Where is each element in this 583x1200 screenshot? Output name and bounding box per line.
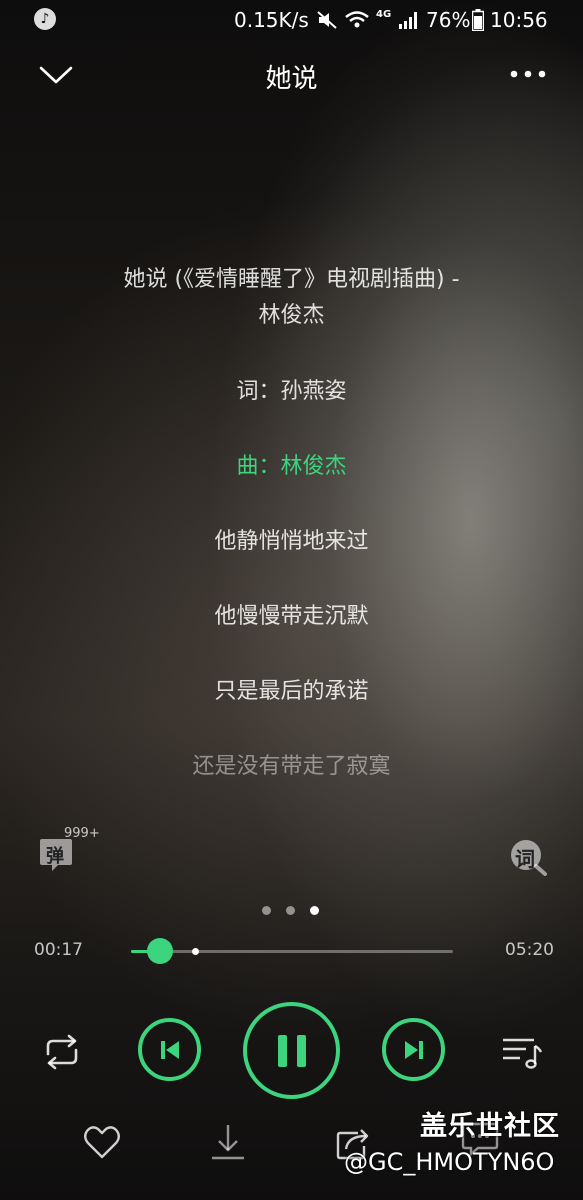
next-button[interactable] [382, 1018, 445, 1081]
danmu-label: 弹 [46, 846, 64, 867]
page-dot [286, 906, 295, 915]
signal-icon [399, 12, 417, 29]
lyric-line-current: 曲：林俊杰 [236, 454, 347, 479]
current-time: 00:17 [34, 940, 83, 960]
lyric-line: 只是最后的承诺 [214, 679, 369, 704]
danmu-button[interactable]: 弹 [38, 836, 74, 872]
lyric-search-button[interactable]: 词 [508, 838, 548, 876]
page-indicator [262, 906, 322, 916]
clock: 10:56 [490, 8, 548, 32]
more-dots-icon[interactable] [508, 62, 548, 86]
previous-button[interactable] [138, 1018, 201, 1081]
lyric-line: 还是没有带走了寂寞 [192, 754, 391, 779]
progress-knob[interactable] [146, 938, 173, 964]
pause-button[interactable] [243, 1002, 340, 1099]
lyrics-panel[interactable]: 她说 (《爱情睡醒了》电视剧插曲) - 林俊杰 词：孙燕姿 曲：林俊杰 他静悄悄… [60, 262, 523, 825]
danmu-count: 999+ [64, 826, 100, 841]
lyric-line: 他慢慢带走沉默 [214, 604, 369, 629]
status-bar: ♪ 0.15K/s 4G 76% 10:56 [0, 0, 583, 40]
watermark-handle: @GC_HMOTYN6O [344, 1148, 555, 1176]
heart-icon[interactable] [82, 1122, 122, 1162]
lyric-line: 他静悄悄地来过 [214, 529, 369, 554]
skip-previous-icon [160, 1040, 179, 1059]
lyric-header: 她说 (《爱情睡醒了》电视剧插曲) - 林俊杰 [60, 262, 523, 334]
pause-icon [277, 1034, 306, 1067]
lyric-song-title: 她说 (《爱情睡醒了》电视剧插曲) - [123, 267, 460, 292]
lyric-line: 词：孙燕姿 [236, 379, 347, 404]
network-type: 4G [376, 9, 392, 20]
skip-next-icon [404, 1040, 423, 1059]
page-dot-active [310, 906, 319, 915]
app-notification-icon: ♪ [34, 8, 56, 30]
progress-bar[interactable] [131, 938, 453, 964]
battery-icon [472, 9, 484, 31]
playlist-icon[interactable] [500, 1034, 544, 1070]
repeat-icon[interactable] [40, 1032, 84, 1072]
wifi-icon [345, 11, 369, 28]
watermark-brand: 盖乐世社区 [420, 1111, 560, 1142]
song-title: 她说 [265, 64, 318, 94]
battery-percent: 76% [426, 8, 471, 32]
lyric-search-label: 词 [515, 847, 535, 871]
total-time: 05:20 [505, 940, 554, 960]
lyric-song-artist: 林俊杰 [258, 303, 325, 328]
buffer-marker [192, 948, 200, 955]
download-icon[interactable] [208, 1122, 248, 1162]
network-speed: 0.15K/s [234, 8, 309, 32]
page-dot [262, 906, 271, 915]
mute-icon [317, 11, 337, 29]
